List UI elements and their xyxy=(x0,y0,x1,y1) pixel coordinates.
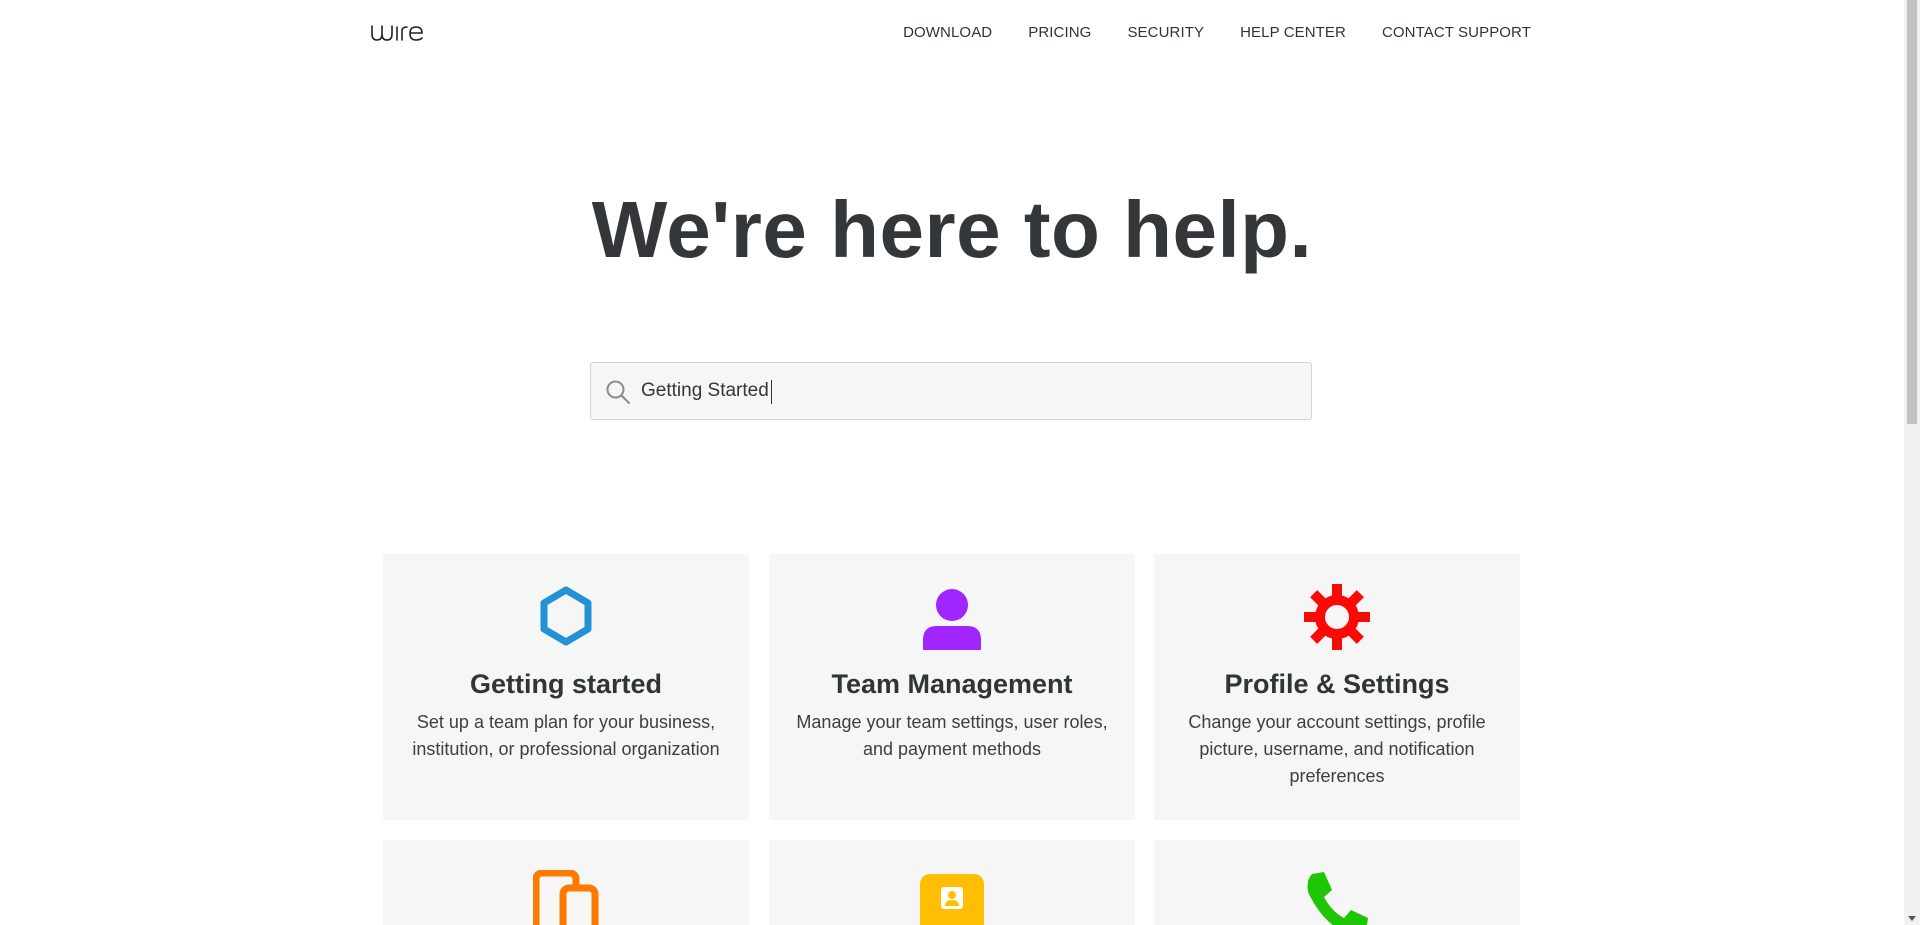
card-contacts[interactable] xyxy=(769,840,1135,925)
nav-pricing-link[interactable]: PRICING xyxy=(1028,24,1091,41)
text-caret xyxy=(771,380,772,404)
wire-logo-icon xyxy=(371,25,423,41)
card-description: Set up a team plan for your business, in… xyxy=(412,712,720,759)
card-description: Manage your team settings, user roles, a… xyxy=(796,712,1108,759)
site-header: DOWNLOAD PRICING SECURITY HELP CENTER CO… xyxy=(0,0,1904,70)
nav-security-link[interactable]: SECURITY xyxy=(1127,24,1204,41)
user-icon xyxy=(919,584,985,650)
phone-icon xyxy=(1304,870,1370,925)
hero-title: We're here to help. xyxy=(591,185,1313,274)
wire-logo[interactable] xyxy=(370,18,426,48)
help-center-page: DOWNLOAD PRICING SECURITY HELP CENTER CO… xyxy=(0,0,1904,925)
top-nav: DOWNLOAD PRICING SECURITY HELP CENTER CO… xyxy=(903,24,1531,41)
card-team-management[interactable]: Team Management Manage your team setting… xyxy=(769,554,1135,820)
card-getting-started[interactable]: Getting started Set up a team plan for y… xyxy=(383,554,749,820)
card-profile-settings[interactable]: Profile & Settings Change your account s… xyxy=(1154,554,1520,820)
page-scrollbar[interactable] xyxy=(1904,0,1920,925)
scrollbar-thumb[interactable] xyxy=(1907,0,1917,424)
card-title: Team Management xyxy=(831,669,1073,699)
nav-download-link[interactable]: DOWNLOAD xyxy=(903,24,992,41)
search-input[interactable] xyxy=(635,363,1301,419)
card-devices[interactable] xyxy=(383,840,749,925)
card-description: Change your account settings, profile pi… xyxy=(1188,712,1486,786)
card-title: Profile & Settings xyxy=(1224,669,1450,699)
gear-icon xyxy=(1304,584,1370,650)
contact-card-icon xyxy=(919,870,985,925)
card-calls[interactable] xyxy=(1154,840,1520,925)
devices-icon xyxy=(533,870,599,925)
hexagon-icon xyxy=(533,584,599,650)
nav-help-center-link[interactable]: HELP CENTER xyxy=(1240,24,1346,41)
search-icon xyxy=(606,380,630,404)
search-box[interactable] xyxy=(590,362,1312,420)
nav-contact-support-link[interactable]: CONTACT SUPPORT xyxy=(1382,24,1531,41)
scroll-down-arrow-icon[interactable] xyxy=(1908,916,1916,921)
card-title: Getting started xyxy=(469,669,663,699)
